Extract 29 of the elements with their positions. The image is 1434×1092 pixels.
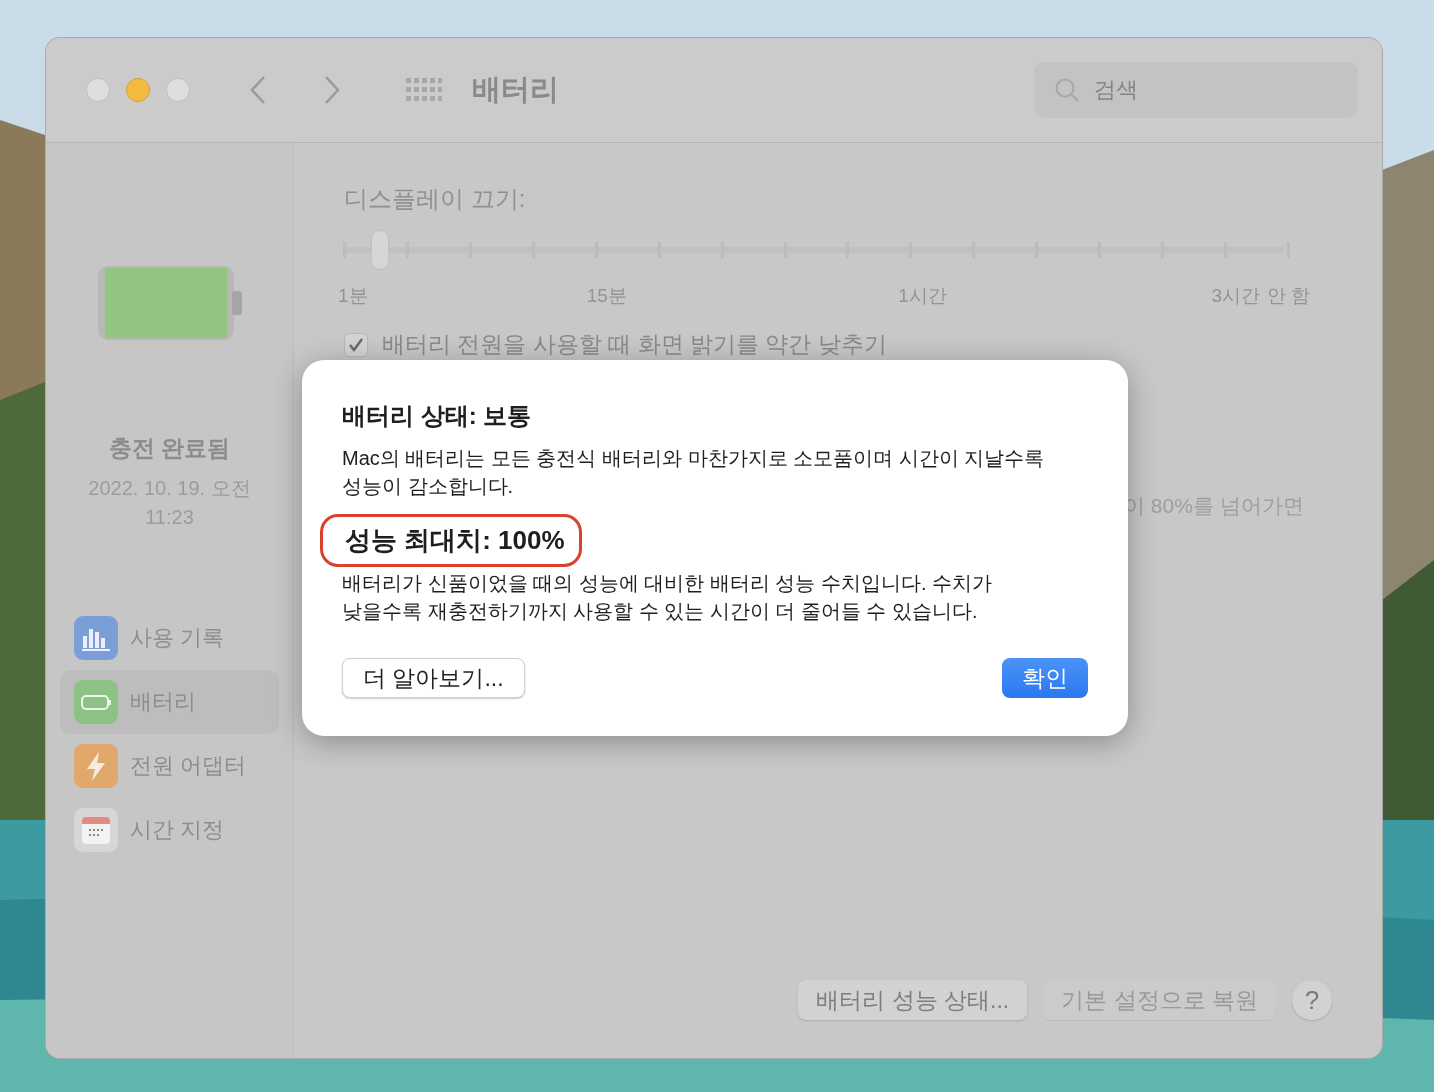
- back-icon[interactable]: [248, 75, 268, 105]
- grid-icon[interactable]: [406, 78, 442, 102]
- action-button[interactable]: 배터리 성능 상태...: [798, 980, 1028, 1020]
- lightning-icon: [74, 744, 118, 788]
- learn-more-button[interactable]: 더 알아보기...: [342, 658, 525, 698]
- search-field[interactable]: 검색: [1034, 62, 1358, 118]
- highlighted-heading: 성능 최대치: 100%: [320, 514, 582, 567]
- slider-label: 디스플레이 끄기:: [344, 184, 527, 214]
- sidebar-item[interactable]: 전원 어댑터: [60, 744, 279, 788]
- forward-icon[interactable]: [322, 75, 342, 105]
- dialog-title: 배터리 상태: 보통: [342, 401, 533, 431]
- sidebar-item[interactable]: 사용 기록: [60, 616, 279, 660]
- window-title: 배터리: [472, 72, 559, 107]
- close-button[interactable]: [86, 78, 110, 102]
- battery-icon: [74, 680, 118, 724]
- checkbox-label: 배터리 전원을 사용할 때 화면 밝기를 약간 낮추기: [382, 330, 887, 359]
- ok-button[interactable]: 확인: [1002, 658, 1088, 698]
- dialog-text: 배터리가 신품이었을 때의 성능에 대비한 배터리 성능 수치입니다. 수치가 낮을수록 재충전하기까지 사용할 수 있는 시간이 더 줄어들 수 있습니다.: [342, 571, 993, 624]
- zoom-button[interactable]: [166, 78, 190, 102]
- calendar-icon: [74, 808, 118, 852]
- battery-icon: [96, 265, 243, 341]
- help-button[interactable]: ?: [1292, 980, 1332, 1020]
- sidebar-item[interactable]: 시간 지정: [60, 808, 279, 852]
- checkbox[interactable]: [344, 332, 368, 357]
- dialog-text: Mac의 배터리는 모든 충전식 배터리와 마찬가지로 소모품이며 시간이 지날수록 성능이 감소합니다.: [342, 446, 1046, 499]
- search-icon: [1054, 77, 1080, 103]
- bar-chart-icon: [74, 616, 118, 660]
- minimize-button[interactable]: [126, 78, 150, 102]
- charge-status: 충전 완료됨: [108, 434, 231, 463]
